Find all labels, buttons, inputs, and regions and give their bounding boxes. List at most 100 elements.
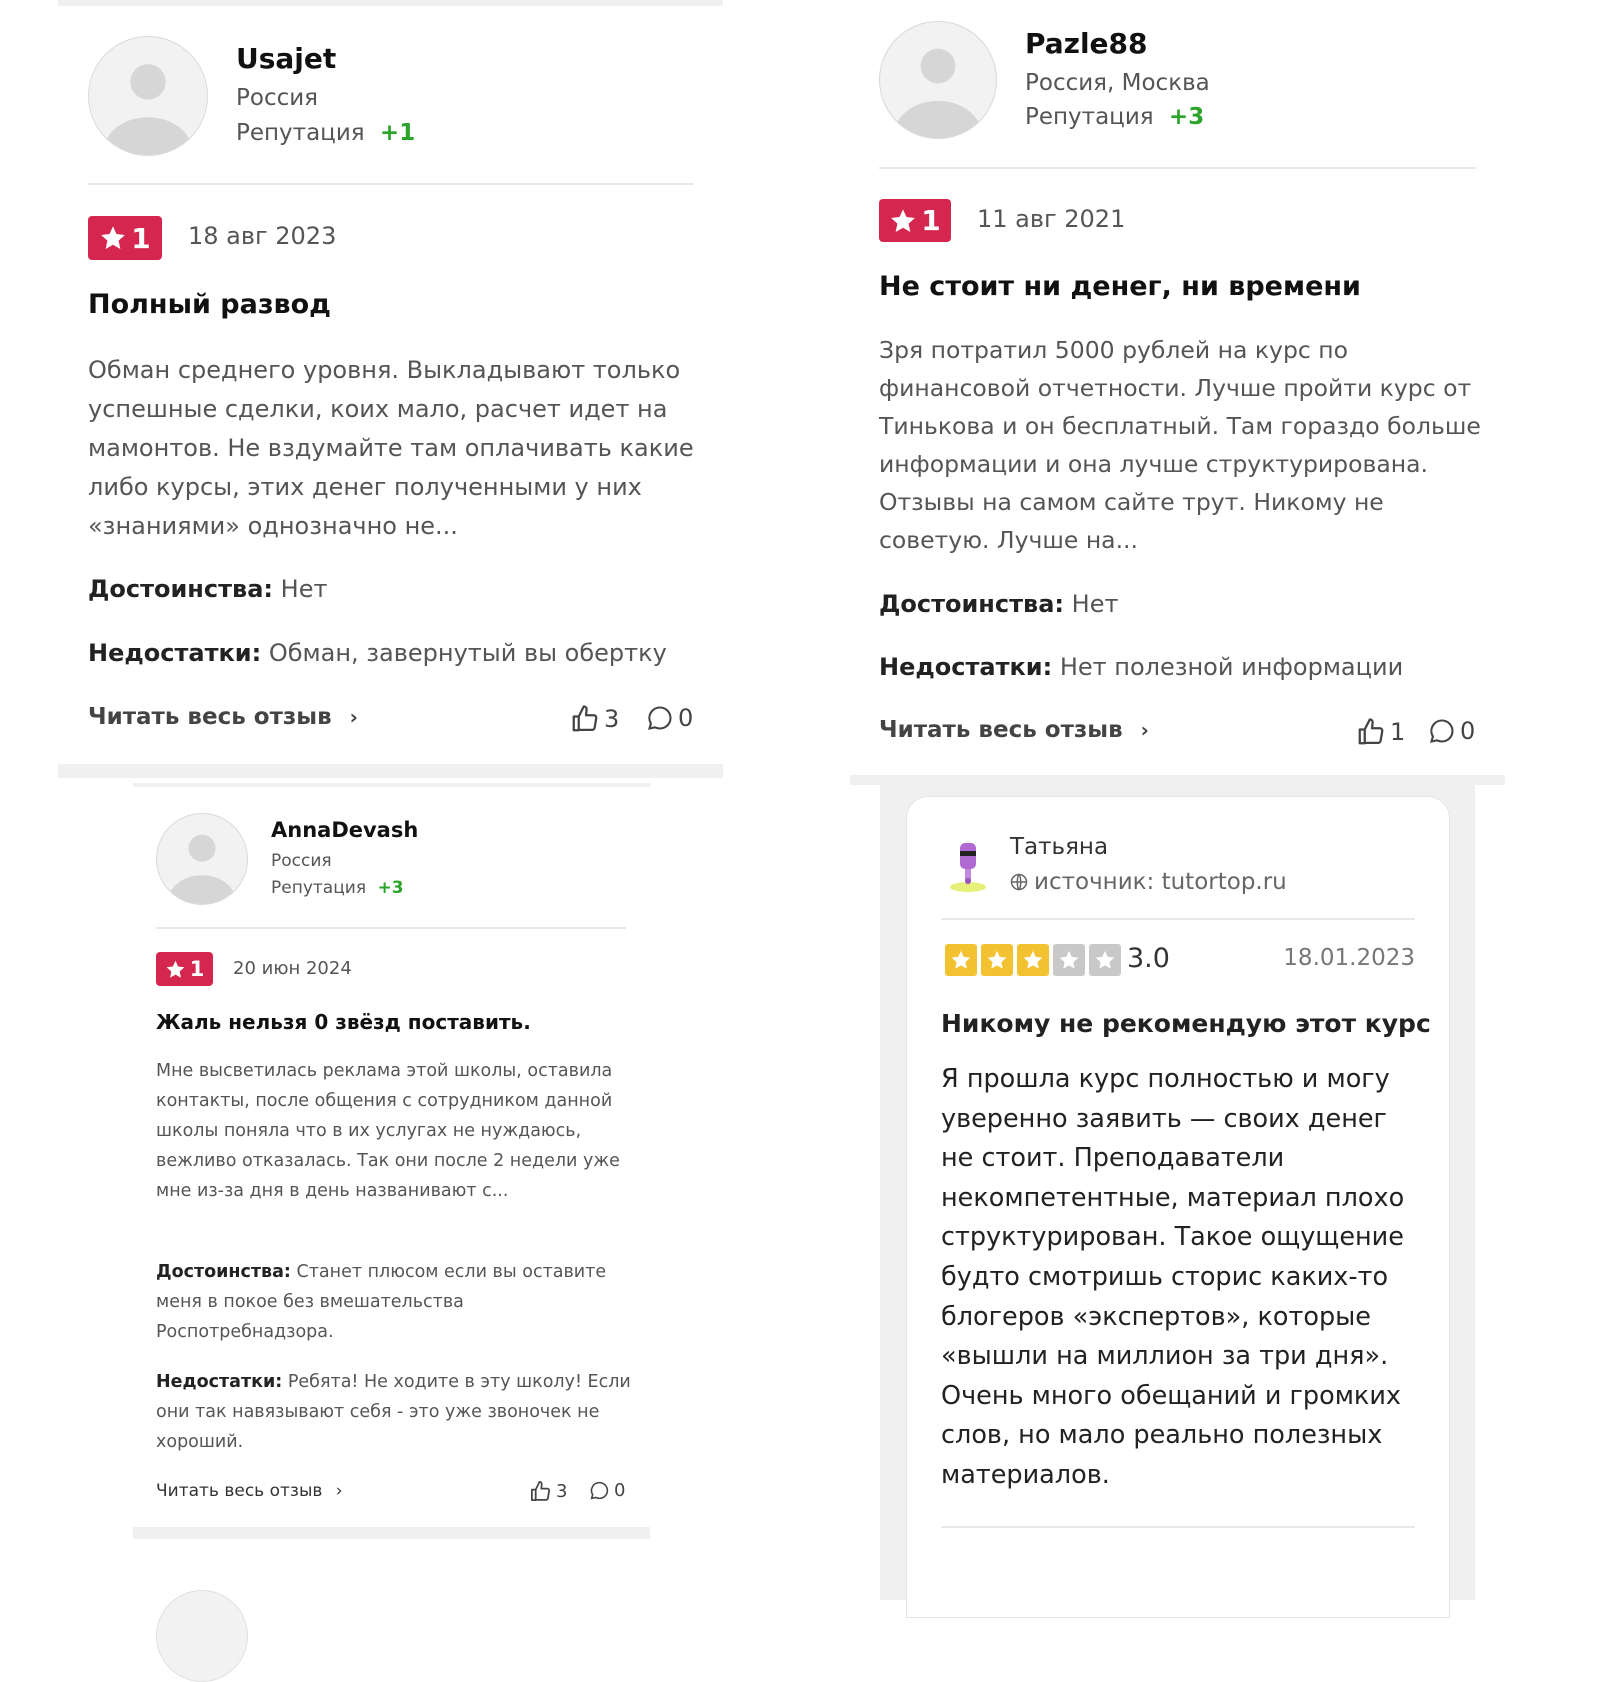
review4-star-rating	[945, 944, 1121, 976]
review3-title[interactable]: Жаль нельзя 0 звёзд поставить.	[156, 1010, 531, 1034]
review2-read-more-link[interactable]: Читать весь отзыв ›	[879, 717, 1149, 743]
review3-author-name[interactable]: AnnaDevash	[271, 818, 418, 842]
star-icon	[945, 944, 977, 976]
review1-reputation: Репутация +1	[236, 120, 415, 146]
comment-icon	[1430, 719, 1454, 743]
cons-label: Недостатки:	[879, 653, 1053, 681]
review1-bottom-separator	[58, 764, 723, 778]
cons-value: Нет полезной информации	[1059, 653, 1404, 681]
reputation-label: Репутация	[236, 120, 365, 146]
review1-author-location: Россия	[236, 85, 319, 111]
review3-author-location: Россия	[271, 851, 332, 871]
review2-like-button[interactable]: 1	[1356, 717, 1405, 747]
star-icon	[891, 208, 916, 232]
like-count: 1	[1390, 718, 1406, 746]
user-avatar-icon[interactable]	[88, 36, 208, 156]
comment-icon	[648, 706, 672, 730]
review1-rating-badge: 1	[88, 216, 162, 260]
review3-like-button[interactable]: 3	[529, 1480, 567, 1503]
star-icon	[1053, 944, 1085, 976]
review2-cons: Недостатки: Нет полезной информации	[879, 653, 1403, 681]
review2-author-name[interactable]: Pazle88	[1025, 27, 1148, 60]
like-count: 3	[604, 705, 620, 733]
cons-value: Обман, завернутый вы обертку	[268, 639, 667, 667]
review1-divider	[88, 183, 694, 185]
read-more-label: Читать весь отзыв	[88, 704, 332, 730]
user-avatar-icon[interactable]	[156, 813, 248, 905]
review3-date: 20 июн 2024	[233, 958, 352, 979]
review1-like-button[interactable]: 3	[570, 704, 619, 734]
chevron-right-icon: ›	[349, 705, 358, 729]
reputation-value: +3	[1168, 104, 1205, 130]
thumbs-up-icon	[1358, 718, 1384, 745]
review1-cons: Недостатки: Обман, завернутый вы обертку	[88, 639, 667, 667]
next-user-avatar-icon	[156, 1590, 248, 1682]
review2-author-location: Россия, Москва	[1025, 70, 1210, 96]
reputation-label: Репутация	[271, 878, 367, 898]
comment-count: 0	[678, 704, 694, 732]
star-icon	[1089, 944, 1121, 976]
star-icon	[981, 944, 1013, 976]
pros-label: Достоинства:	[88, 575, 274, 603]
review2-text: Зря потратил 5000 рублей на курс по фина…	[879, 336, 1481, 554]
pros-value: Нет	[280, 575, 328, 603]
cons-label: Недостатки:	[156, 1372, 283, 1392]
comment-count: 0	[614, 1480, 626, 1501]
review3-pros: Достоинства: Станет плюсом если вы остав…	[156, 1257, 636, 1347]
review1-pros: Достоинства: Нет	[88, 575, 327, 603]
review3-comment-button[interactable]: 0	[589, 1480, 625, 1501]
review2-pros: Достоинства: Нет	[879, 590, 1118, 618]
review1-text: Обман среднего уровня. Выкладывают тольк…	[88, 356, 694, 540]
review2-comment-button[interactable]: 0	[1428, 717, 1475, 745]
review3-text: Мне высветилась реклама этой школы, оста…	[156, 1061, 620, 1201]
review3-bottom-separator	[133, 1527, 650, 1539]
thumbs-up-icon	[531, 1481, 550, 1501]
chevron-right-icon: ›	[1140, 718, 1149, 742]
reputation-label: Репутация	[1025, 104, 1154, 130]
review3-read-more-link[interactable]: Читать весь отзыв ›	[156, 1481, 343, 1501]
review4-avatar-icon	[947, 841, 989, 893]
read-more-label: Читать весь отзыв	[879, 717, 1123, 743]
review3-top-separator	[133, 783, 650, 787]
top-separator	[58, 0, 723, 6]
review2-title[interactable]: Не стоит ни денег, ни времени	[879, 271, 1361, 302]
review1-author-name[interactable]: Usajet	[236, 42, 336, 75]
reputation-value: +1	[379, 120, 416, 146]
pros-label: Достоинства:	[879, 590, 1065, 618]
review2-date: 11 авг 2021	[977, 205, 1126, 233]
review4-source: источник: tutortop.ru	[1010, 869, 1287, 895]
pros-label: Достоинства:	[156, 1262, 291, 1282]
review1-read-more-link[interactable]: Читать весь отзыв ›	[88, 704, 358, 730]
star-icon	[101, 226, 126, 249]
globe-icon	[1010, 873, 1028, 891]
review2-divider	[879, 167, 1476, 169]
review3-rating-badge: 1	[156, 952, 213, 986]
review3-cons: Недостатки: Ребята! Не ходите в эту школ…	[156, 1367, 636, 1457]
rating-value: 1	[189, 957, 205, 981]
rating-value: 1	[921, 204, 941, 237]
review1-date: 18 авг 2023	[188, 222, 337, 250]
comment-count: 0	[1460, 717, 1476, 745]
thumbs-up-icon	[572, 705, 598, 732]
chevron-right-icon: ›	[335, 1481, 343, 1501]
user-avatar-icon[interactable]	[879, 21, 997, 139]
review1-title[interactable]: Полный развод	[88, 289, 331, 320]
review3-reputation: Репутация +3	[271, 878, 404, 898]
star-icon	[166, 960, 185, 978]
review4-bottom-divider	[941, 1526, 1415, 1528]
source-label: источник: tutortop.ru	[1034, 869, 1287, 895]
review4-date: 18.01.2023	[1283, 945, 1415, 971]
star-icon	[1017, 944, 1049, 976]
comment-icon	[590, 1481, 609, 1500]
review1-comment-button[interactable]: 0	[646, 704, 693, 732]
review4-text: Я прошла курс полностью и могу уверенно …	[941, 1064, 1405, 1490]
review-card-4: Татьяна источник: tutortop.ru 3.0 18.01.…	[906, 796, 1450, 1618]
review4-author-name[interactable]: Татьяна	[1010, 834, 1108, 860]
review2-reputation: Репутация +3	[1025, 104, 1204, 130]
reputation-value: +3	[377, 878, 404, 898]
read-more-label: Читать весь отзыв	[156, 1481, 323, 1501]
review4-rating-text: 3.0	[1127, 943, 1170, 974]
rating-value: 1	[131, 221, 151, 255]
pros-value: Нет	[1071, 590, 1119, 618]
review4-title[interactable]: Никому не рекомендую этот курс	[941, 1009, 1431, 1038]
